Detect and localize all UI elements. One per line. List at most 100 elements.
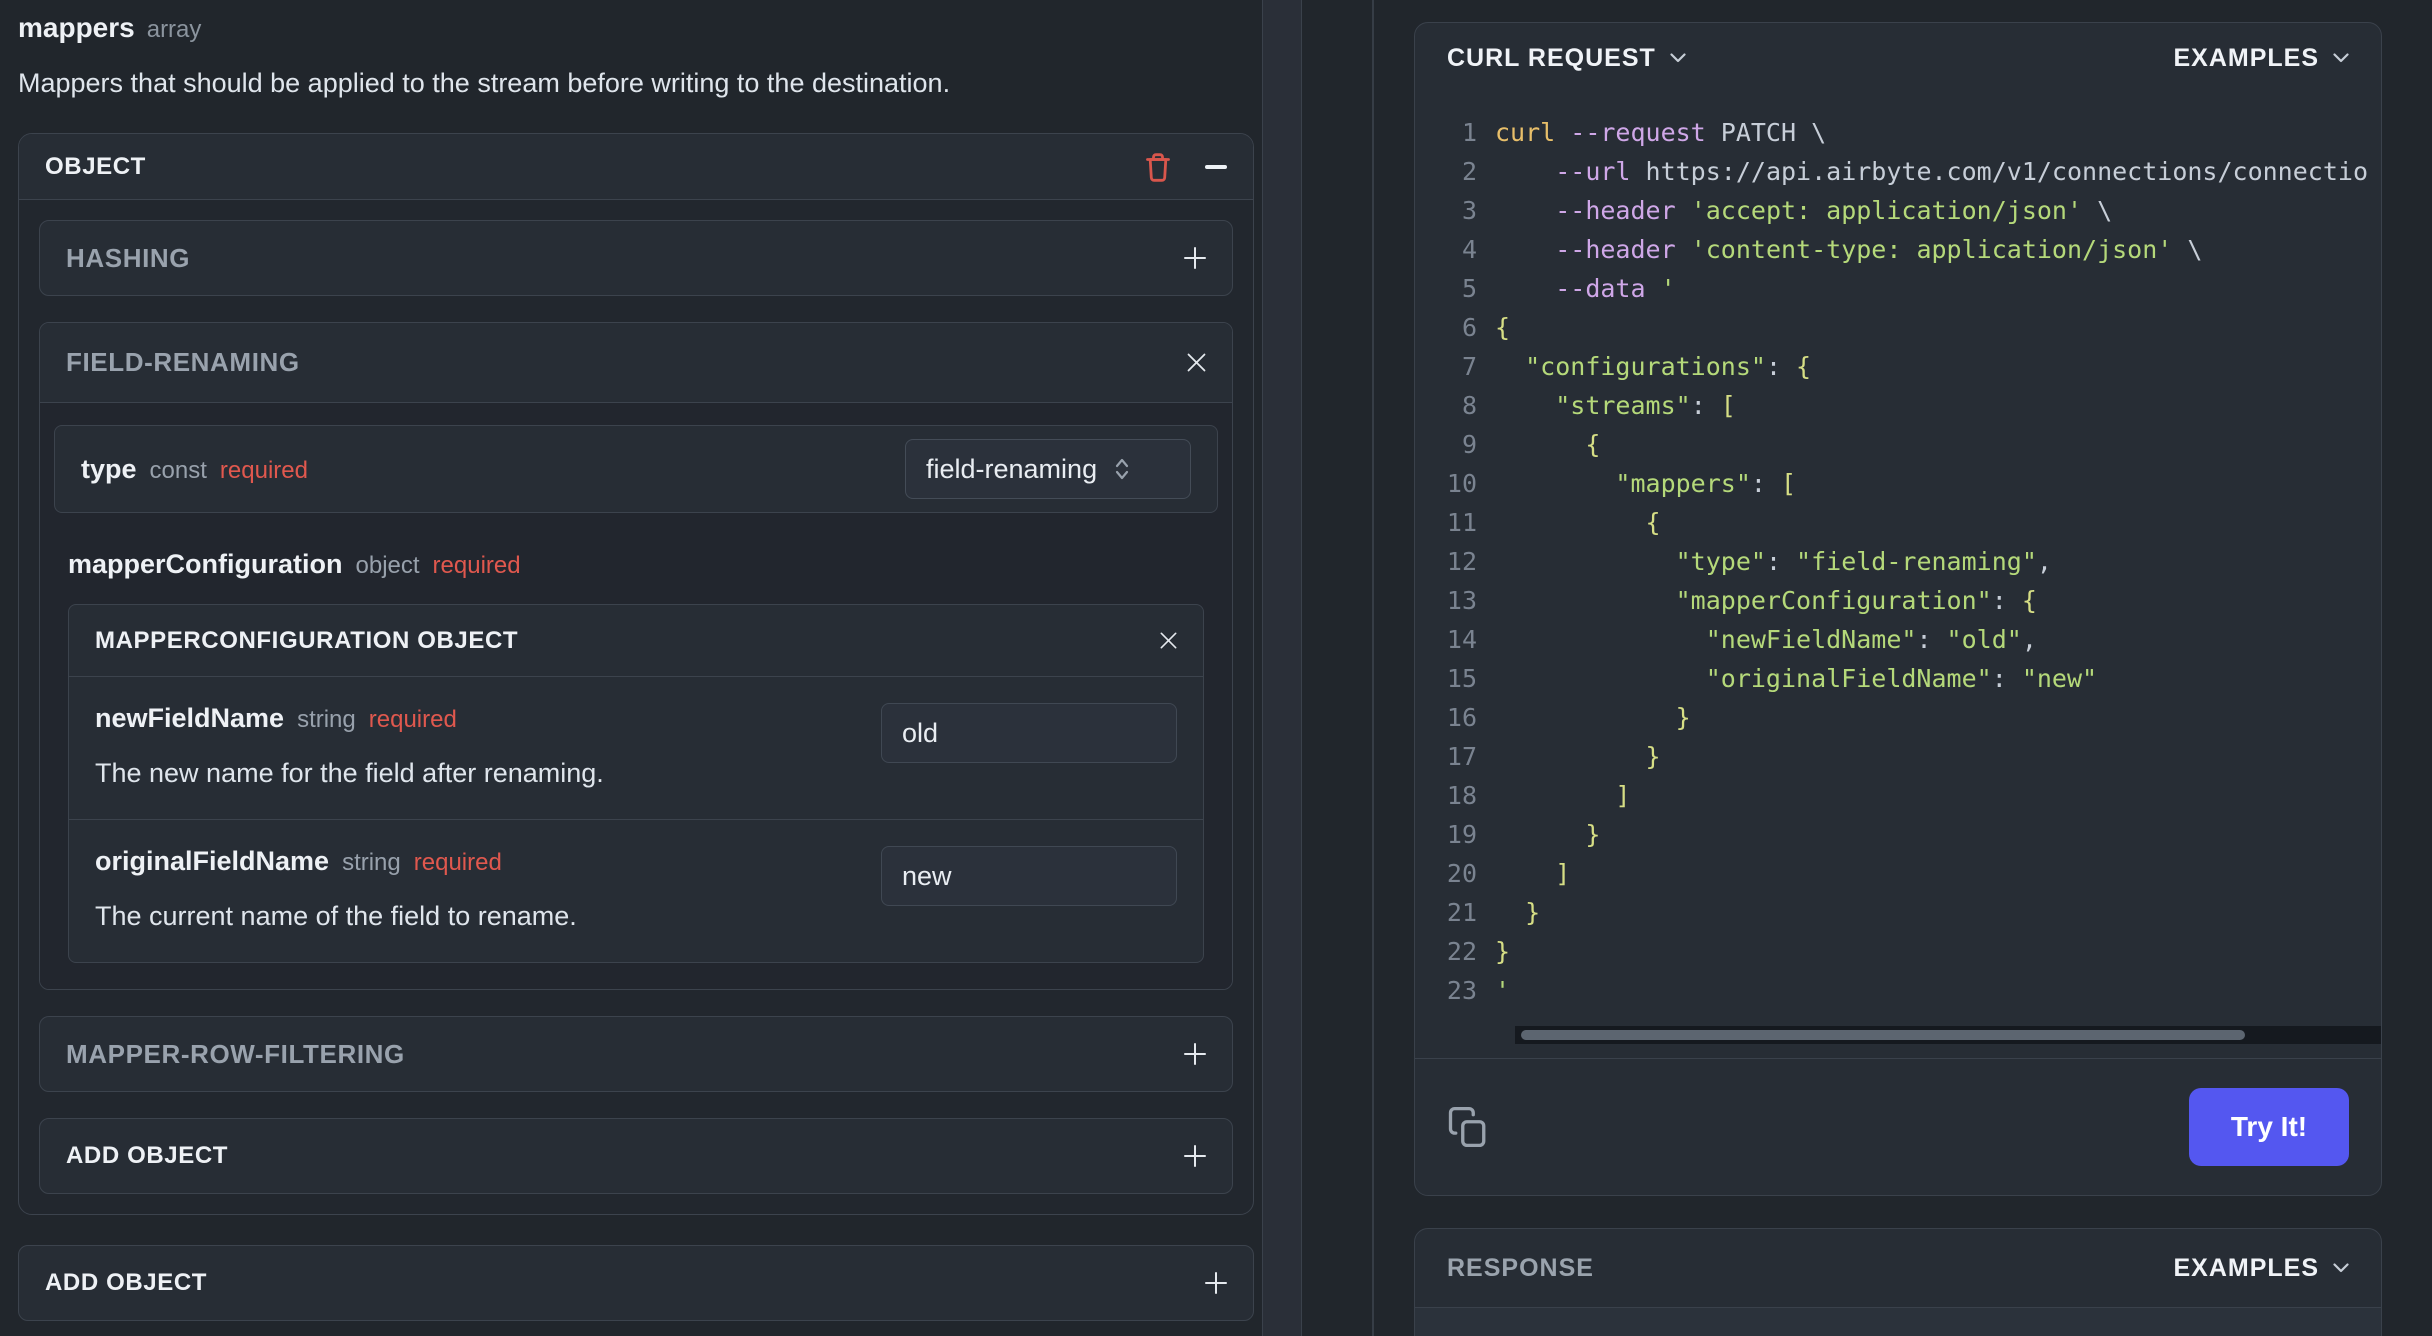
mapper-configuration-title: mapperConfiguration object required: [68, 549, 1204, 580]
code-line: 3 --header 'accept: application/json' \: [1415, 191, 2381, 230]
field-renaming-label: FIELD-RENAMING: [66, 347, 300, 377]
original-field-name-row: originalFieldName string required The cu…: [69, 819, 1203, 962]
code-line: 20 ]: [1415, 854, 2381, 893]
add-object-inner[interactable]: ADD OBJECT: [39, 1118, 1233, 1194]
original-field-name-input[interactable]: [881, 846, 1177, 906]
line-number: 14: [1446, 625, 1477, 654]
new-field-name-input[interactable]: [881, 703, 1177, 763]
field-name: type: [81, 453, 137, 484]
line-number: 5: [1461, 274, 1477, 303]
type-field-title: type const required: [81, 454, 308, 485]
scrollbar-thumb[interactable]: [1521, 1030, 2245, 1040]
mapper-row-filtering-section[interactable]: MAPPER-ROW-FILTERING: [39, 1016, 1233, 1092]
field-info: originalFieldName string required The cu…: [95, 846, 857, 932]
field-info: newFieldName string required The new nam…: [95, 703, 857, 789]
response-examples-dropdown[interactable]: EXAMPLES: [2173, 1254, 2349, 1283]
field-name: mapperConfiguration: [68, 549, 343, 579]
field-kind: const: [149, 456, 207, 484]
field-kind: string: [342, 849, 401, 876]
type-select-value: field-renaming: [926, 453, 1098, 484]
field-name: newFieldName: [95, 703, 285, 733]
field-required-badge: required: [368, 706, 457, 733]
mapper-configuration-box-title: MAPPERCONFIGURATION OBJECT: [95, 626, 519, 654]
curl-request-panel: CURL REQUEST EXAMPLES 1 curl --request PA…: [1414, 22, 2382, 1196]
property-type: array: [146, 16, 202, 43]
curl-request-dropdown[interactable]: CURL REQUEST: [1447, 44, 1686, 73]
line-number: 2: [1461, 157, 1477, 186]
line-number: 15: [1446, 664, 1477, 693]
code-line: 15 "originalFieldName": "new": [1415, 659, 2381, 698]
code-line: 1 curl --request PATCH \: [1415, 113, 2381, 152]
copy-code-button[interactable]: [1447, 1105, 1489, 1149]
plus-icon: [1184, 1043, 1206, 1065]
schema-column: mappers array Mappers that should be app…: [18, 12, 1254, 1321]
add-object-outer[interactable]: ADD OBJECT: [18, 1245, 1254, 1321]
chevron-down-icon: [2333, 53, 2349, 63]
close-mapper-configuration-button[interactable]: [1160, 632, 1177, 649]
response-body: [1415, 1307, 2381, 1336]
page-scrollbar[interactable]: [1262, 0, 1302, 1336]
line-number: 4: [1461, 235, 1477, 264]
collapse-object-button[interactable]: [1205, 164, 1227, 170]
hashing-label: HASHING: [66, 242, 191, 273]
field-description: The current name of the field to rename.: [95, 901, 577, 931]
line-number: 7: [1461, 352, 1477, 381]
field-name: originalFieldName: [95, 846, 330, 876]
code-line: 4 --header 'content-type: application/js…: [1415, 230, 2381, 269]
api-examples-column: CURL REQUEST EXAMPLES 1 curl --request PA…: [1414, 22, 2382, 1336]
code-line: 8 "streams": [: [1415, 386, 2381, 425]
code-line: 10 "mappers": [: [1415, 464, 2381, 503]
close-field-renaming-button[interactable]: [1187, 353, 1206, 372]
code-line: 21 }: [1415, 893, 2381, 932]
line-number: 13: [1446, 586, 1477, 615]
line-number: 8: [1461, 391, 1477, 420]
line-number: 21: [1446, 898, 1477, 927]
type-field-row: type const required field-renaming: [54, 425, 1218, 513]
response-title: RESPONSE: [1447, 1253, 1594, 1282]
add-object-label: ADD OBJECT: [66, 1142, 229, 1169]
code-line: 13 "mapperConfiguration": {: [1415, 581, 2381, 620]
delete-object-button[interactable]: [1143, 151, 1173, 183]
field-kind: object: [355, 552, 420, 579]
expand-hashing-button[interactable]: [1184, 247, 1206, 269]
code-line: 7 "configurations": {: [1415, 347, 2381, 386]
code-line: 2 --url https://api.airbyte.com/v1/conne…: [1415, 152, 2381, 191]
line-number: 22: [1446, 937, 1477, 966]
add-object-label: ADD OBJECT: [45, 1269, 208, 1296]
line-number: 6: [1461, 313, 1477, 342]
type-select[interactable]: field-renaming: [905, 439, 1191, 499]
field-required-badge: required: [219, 456, 308, 484]
field-renaming-header[interactable]: FIELD-RENAMING: [40, 323, 1232, 403]
add-object-button[interactable]: [1205, 1272, 1227, 1294]
field-description: The new name for the field after renamin…: [95, 758, 604, 788]
mapper-row-filtering-label: MAPPER-ROW-FILTERING: [66, 1038, 405, 1069]
request-examples-label: EXAMPLES: [2173, 43, 2319, 72]
field-required-badge: required: [413, 849, 502, 876]
code-line: 12 "type": "field-renaming",: [1415, 542, 2381, 581]
add-object-button[interactable]: [1184, 1145, 1206, 1167]
line-number: 3: [1461, 196, 1477, 225]
stepper-chevrons-icon: [1115, 458, 1129, 480]
property-header: mappers array: [18, 12, 1254, 44]
object-group-title: OBJECT: [45, 152, 146, 180]
line-number: 16: [1446, 703, 1477, 732]
response-header: RESPONSE EXAMPLES: [1415, 1229, 2381, 1307]
chevron-down-icon: [1670, 53, 1686, 63]
response-panel: RESPONSE EXAMPLES: [1414, 1228, 2382, 1336]
request-examples-dropdown[interactable]: EXAMPLES: [2173, 44, 2349, 73]
code-line: 5 --data ': [1415, 269, 2381, 308]
close-icon: [1160, 632, 1177, 649]
code-lines: 1 curl --request PATCH \ 2 --url https://a…: [1415, 113, 2381, 1010]
line-number: 1: [1461, 118, 1477, 147]
code-line: 18 ]: [1415, 776, 2381, 815]
try-it-button[interactable]: Try It!: [2189, 1088, 2349, 1166]
property-description: Mappers that should be applied to the st…: [18, 68, 951, 98]
hashing-section[interactable]: HASHING: [39, 220, 1233, 296]
code-line: 6{: [1415, 308, 2381, 347]
chevron-down-icon: [2333, 1263, 2349, 1273]
api-docs-page: mappers array Mappers that should be app…: [0, 0, 2432, 1336]
copy-icon: [1447, 1105, 1489, 1149]
expand-mapper-row-filtering-button[interactable]: [1184, 1043, 1206, 1065]
code-horizontal-scrollbar[interactable]: [1515, 1026, 2381, 1044]
code-block: 1 curl --request PATCH \ 2 --url https://a…: [1415, 93, 2381, 1044]
